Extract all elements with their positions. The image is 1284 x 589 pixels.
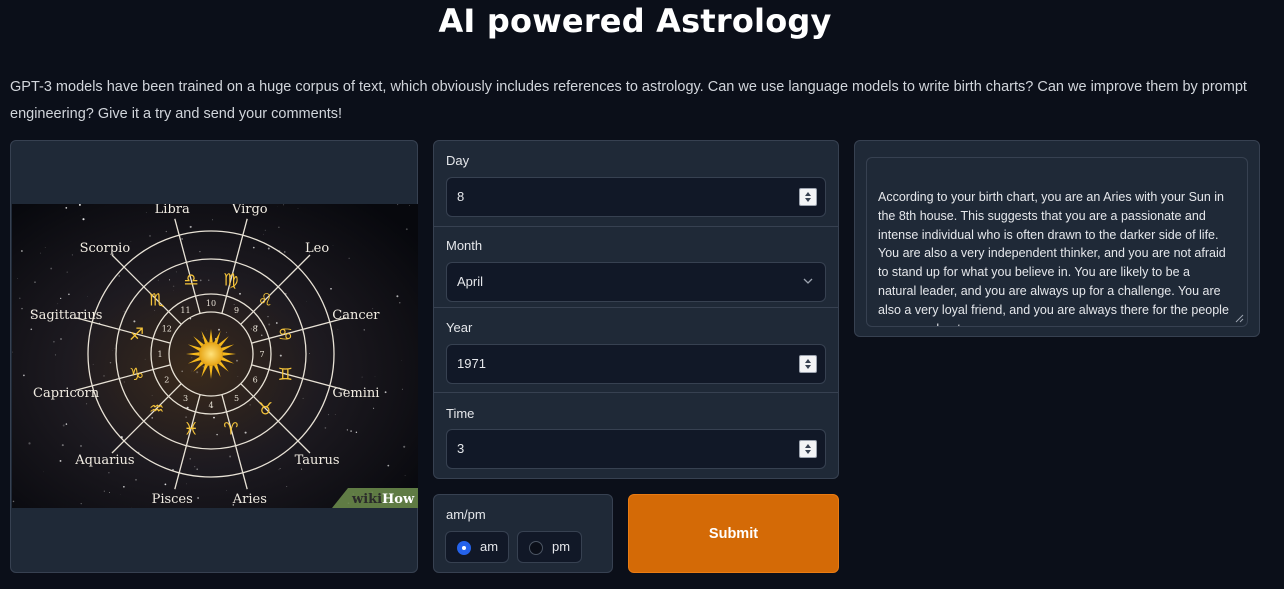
zodiac-label: Scorpio (80, 241, 131, 256)
month-label: Month (446, 238, 483, 253)
spinner-icon[interactable] (799, 188, 817, 206)
page-description: GPT-3 models have been trained on a huge… (10, 79, 1247, 122)
house-number: 10 (206, 299, 216, 308)
month-value: April (457, 274, 484, 289)
watermark-how: How (382, 492, 415, 507)
zodiac-glyph-icon: ♈ (223, 419, 238, 439)
house-number: 2 (164, 376, 169, 385)
chevron-down-icon (803, 278, 813, 284)
zodiac-glyph-icon: ♐ (129, 325, 144, 345)
birth-details-form: Day 8 Month April Year 1971 Time 3 (433, 140, 839, 479)
divider (434, 392, 838, 393)
page-title: AI powered Astrology (438, 2, 832, 40)
zodiac-label: Cancer (332, 308, 380, 323)
zodiac-glyph-icon: ♌ (258, 291, 273, 311)
house-number: 12 (162, 325, 172, 334)
year-input[interactable]: 1971 (446, 344, 826, 384)
zodiac-glyph-icon: ♉ (258, 399, 273, 419)
radio-am[interactable]: am (445, 531, 509, 563)
zodiac-glyph-icon: ♓ (183, 419, 198, 439)
divider (434, 307, 838, 308)
zodiac-label: Capricorn (33, 386, 100, 401)
zodiac-label: Taurus (295, 453, 340, 468)
zodiac-label: Sagittarius (30, 308, 103, 323)
zodiac-label: Aquarius (74, 453, 134, 468)
year-value: 1971 (457, 356, 486, 371)
zodiac-label: Aries (232, 492, 267, 507)
ampm-radio-group: am/pm am pm (433, 494, 613, 573)
spinner-icon[interactable] (799, 355, 817, 373)
house-number: 6 (253, 376, 258, 385)
radio-pm-indicator[interactable] (529, 541, 543, 555)
house-number: 9 (234, 306, 239, 315)
zodiac-glyph-icon: ♒ (149, 399, 164, 419)
zodiac-label: Gemini (332, 386, 379, 401)
time-value: 3 (457, 441, 465, 456)
house-number: 4 (208, 401, 213, 410)
zodiac-glyph-icon: ♎ (183, 271, 198, 291)
spinner-icon[interactable] (799, 440, 817, 458)
watermark-wiki: wiki (351, 492, 382, 507)
house-number: 3 (183, 394, 188, 403)
divider (434, 226, 838, 227)
zodiac-label: Virgo (231, 204, 268, 217)
zodiac-wheel-image: Libra Virgo Leo Cancer Gemini Taurus Aries Pisc… (12, 204, 418, 508)
image-panel: Libra Virgo Leo Cancer Gemini Taurus Aries Pisc… (10, 140, 418, 573)
day-value: 8 (457, 189, 465, 204)
sun-icon (186, 329, 236, 379)
day-label: Day (446, 153, 470, 168)
zodiac-glyph-icon: ♑ (129, 365, 144, 385)
month-select[interactable]: April (446, 262, 826, 302)
resize-handle-icon[interactable] (1234, 313, 1244, 323)
time-label: Time (446, 406, 475, 421)
radio-am-label: am (480, 539, 499, 554)
birth-chart-output[interactable]: According to your birth chart, you are a… (866, 157, 1248, 327)
ampm-label: am/pm (446, 507, 486, 522)
zodiac-glyph-icon: ♏ (149, 291, 164, 311)
radio-pm-label: pm (552, 539, 571, 554)
house-number: 5 (234, 394, 239, 403)
submit-button[interactable]: Submit (628, 494, 839, 573)
zodiac-glyph-icon: ♍ (223, 271, 238, 291)
house-number: 11 (180, 306, 190, 315)
zodiac-glyph-icon: ♊ (278, 365, 293, 385)
output-panel: According to your birth chart, you are a… (854, 140, 1260, 337)
radio-pm[interactable]: pm (517, 531, 582, 563)
day-input[interactable]: 8 (446, 177, 826, 217)
zodiac-label: Libra (155, 204, 190, 217)
house-number: 8 (253, 325, 258, 334)
year-label: Year (446, 320, 473, 335)
output-text: According to your birth chart, you are a… (878, 190, 1229, 326)
zodiac-label: Leo (305, 241, 329, 256)
zodiac-label: Pisces (152, 492, 193, 507)
time-input[interactable]: 3 (446, 429, 826, 469)
radio-am-indicator[interactable] (457, 541, 471, 555)
house-number: 7 (259, 350, 264, 359)
zodiac-glyph-icon: ♋ (278, 325, 293, 345)
house-number: 1 (157, 350, 162, 359)
